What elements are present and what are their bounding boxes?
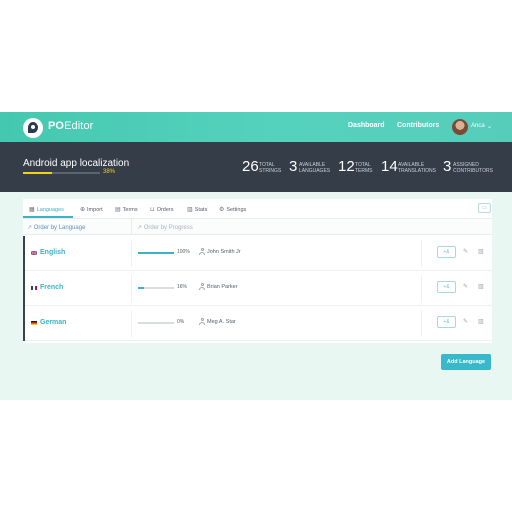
sort-bar: ↗ Order by Language ↗ Order by Progress xyxy=(23,218,492,235)
contributor-name[interactable]: Brian Parker xyxy=(207,284,238,290)
project-progress-percent: 38% xyxy=(103,169,116,175)
bar-chart-icon: ▥ xyxy=(187,207,193,213)
uk-flag-icon xyxy=(31,251,37,255)
language-progress-percent: 0% xyxy=(177,319,185,325)
project-progress-fill xyxy=(23,172,53,174)
trash-icon[interactable]: ▥ xyxy=(478,283,484,290)
language-progress-bar xyxy=(138,252,174,254)
de-flag-icon xyxy=(31,321,37,325)
gear-icon: ⚙ xyxy=(219,207,225,213)
comment-icon[interactable]: ▭ xyxy=(478,203,491,213)
language-progress-fill xyxy=(138,252,174,254)
list-icon: ▤ xyxy=(115,207,121,213)
project-header: Android app localization 38% 26 TOTAL STR… xyxy=(0,142,512,192)
edit-icon[interactable]: ✎ xyxy=(463,283,468,290)
language-row-french[interactable]: French 16% Brian Parker +& ✎ ▥ xyxy=(23,271,492,306)
language-name[interactable]: French xyxy=(40,284,63,291)
top-navigation-bar: POEditor Dashboard Contributors Anca ⌄ xyxy=(0,112,512,142)
language-progress-percent: 16% xyxy=(177,284,188,290)
order-by-progress-link[interactable]: ↗ Order by Progress xyxy=(137,224,193,231)
order-by-language-link[interactable]: ↗ Order by Language xyxy=(27,224,85,231)
fr-flag-icon xyxy=(31,286,37,290)
language-progress-bar xyxy=(138,322,174,324)
user-icon xyxy=(199,283,205,290)
tab-stats[interactable]: ▥ Stats xyxy=(187,206,207,213)
user-name[interactable]: Anca xyxy=(471,123,485,129)
add-contributor-button[interactable]: +& xyxy=(437,316,456,328)
chevron-down-icon[interactable]: ⌄ xyxy=(487,123,492,130)
add-language-button[interactable]: Add Language xyxy=(441,354,491,370)
language-progress-bar xyxy=(138,287,174,289)
tab-languages[interactable]: ▦ Languages xyxy=(29,206,64,213)
brand-name[interactable]: POEditor xyxy=(48,120,93,132)
nav-dashboard-link[interactable]: Dashboard xyxy=(348,122,385,129)
user-avatar[interactable] xyxy=(452,119,468,135)
user-icon xyxy=(199,318,205,325)
project-progress-bar xyxy=(23,172,100,174)
add-contributor-button[interactable]: +& xyxy=(437,281,456,293)
language-name[interactable]: English xyxy=(40,249,65,256)
poeditor-logo-icon[interactable] xyxy=(23,118,43,138)
upload-icon: ⊕ xyxy=(80,207,86,213)
trash-icon[interactable]: ▥ xyxy=(478,248,484,255)
user-icon xyxy=(199,248,205,255)
tab-import[interactable]: ⊕ Import xyxy=(80,206,103,213)
tab-terms[interactable]: ▤ Terms xyxy=(115,206,138,213)
cart-icon: ⊔ xyxy=(150,207,155,213)
tab-settings[interactable]: ⚙ Settings xyxy=(219,206,246,213)
language-progress-fill xyxy=(138,287,144,289)
edit-icon[interactable]: ✎ xyxy=(463,248,468,255)
project-title: Android app localization xyxy=(23,158,130,169)
language-progress-percent: 100% xyxy=(177,249,190,255)
language-row-german[interactable]: German 0% Meg A. Star +& ✎ ▥ xyxy=(23,306,492,341)
grid-icon: ▦ xyxy=(29,207,35,213)
poeditor-screen: POEditor Dashboard Contributors Anca ⌄ A… xyxy=(0,0,512,512)
contributor-name[interactable]: Meg A. Star xyxy=(207,319,236,325)
project-tabs: ▦ Languages ⊕ Import ▤ Terms ⊔ Orders ▥ Stats… xyxy=(23,202,492,218)
add-contributor-button[interactable]: +& xyxy=(437,246,456,258)
language-name[interactable]: German xyxy=(40,319,66,326)
trash-icon[interactable]: ▥ xyxy=(478,318,484,325)
edit-icon[interactable]: ✎ xyxy=(463,318,468,325)
contributor-name[interactable]: John Smith Jr xyxy=(207,249,241,255)
language-row-english[interactable]: English 100% John Smith Jr +& ✎ ▥ xyxy=(23,236,492,271)
nav-contributors-link[interactable]: Contributors xyxy=(397,122,439,129)
tab-orders[interactable]: ⊔ Orders xyxy=(150,206,174,213)
